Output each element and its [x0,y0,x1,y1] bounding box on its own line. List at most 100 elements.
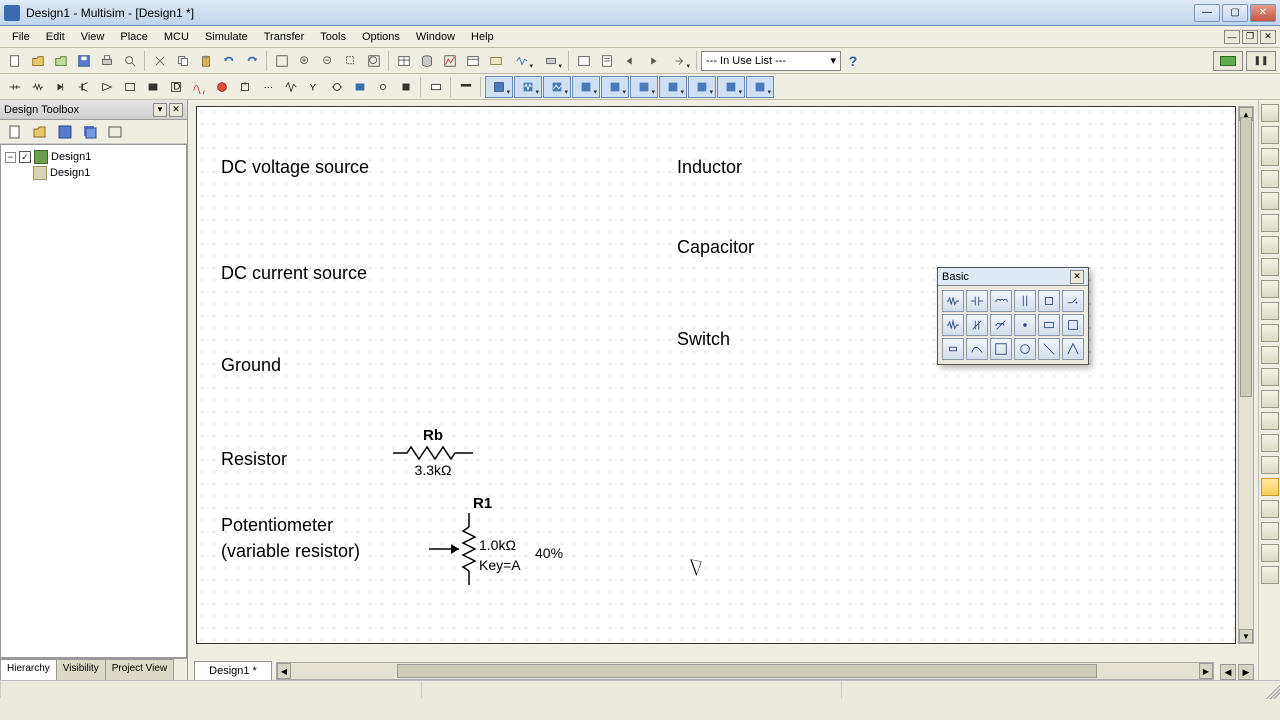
palette-misc3-button[interactable] [1062,338,1084,360]
instr-agilent-scope-button[interactable] [1261,456,1279,474]
component-resistor-rb[interactable]: Rb 3.3kΩ [393,427,473,478]
palette-transformer-button[interactable] [1014,290,1036,312]
scroll-down-button[interactable]: ▼ [1239,629,1253,643]
place-misc-digital-button[interactable]: D [165,76,187,98]
instr-bode-button[interactable] [1261,214,1279,232]
basic-palette-header[interactable]: Basic ✕ [938,268,1088,286]
place-rf-button[interactable]: Y [303,76,325,98]
zoom-fit-button[interactable] [363,50,385,72]
place-cmos-button[interactable] [142,76,164,98]
zoom-in-button[interactable] [294,50,316,72]
instr-tek-scope-button[interactable] [1261,478,1279,496]
tree-root-node[interactable]: − ✓ Design1 [5,149,182,165]
tab-visibility[interactable]: Visibility [56,659,106,680]
instr-logic-analyzer-button[interactable] [1261,280,1279,298]
instr-scope-button[interactable] [1261,170,1279,188]
netlist-button[interactable] [596,50,618,72]
mdi-close-button[interactable]: ✕ [1260,30,1276,44]
menu-edit[interactable]: Edit [38,28,73,46]
tab-prev-button[interactable]: ◀ [1220,664,1236,680]
hscroll-thumb[interactable] [397,664,1097,678]
pause-button[interactable] [1246,51,1276,71]
place-advanced-button[interactable] [280,76,302,98]
place-ttl-button[interactable] [119,76,141,98]
instr-multimeter-button[interactable] [1261,104,1279,122]
minimize-button[interactable]: — [1194,4,1220,22]
menu-tools[interactable]: Tools [312,28,354,46]
instr-iv-button[interactable] [1261,324,1279,342]
instrument-bode-button[interactable] [572,76,600,98]
place-source-button[interactable] [4,76,26,98]
cut-button[interactable] [149,50,171,72]
tab-hierarchy[interactable]: Hierarchy [0,659,57,680]
toolbox-refresh-button[interactable] [104,122,126,142]
place-mixed-button[interactable] [188,76,210,98]
save-button[interactable] [73,50,95,72]
new-button[interactable] [4,50,26,72]
vscroll-thumb[interactable] [1240,117,1252,397]
mdi-restore-button[interactable]: ❐ [1242,30,1258,44]
palette-connector-button[interactable] [1014,314,1036,336]
menu-simulate[interactable]: Simulate [197,28,256,46]
tree-collapse-icon[interactable]: − [5,152,16,163]
instr-current-probe-button[interactable] [1261,544,1279,562]
instrument-distortion-button[interactable] [746,76,774,98]
menu-place[interactable]: Place [112,28,156,46]
instrument-scope-button[interactable] [543,76,571,98]
instr-distortion-button[interactable] [1261,346,1279,364]
paste-button[interactable] [195,50,217,72]
instr-agilent-fgen-button[interactable] [1261,412,1279,430]
palette-resistor-button[interactable] [942,290,964,312]
instr-probe-button[interactable] [1261,522,1279,540]
instr-network-button[interactable] [1261,390,1279,408]
place-misc-button[interactable]: ⋯ [257,76,279,98]
open-button[interactable] [27,50,49,72]
component-potentiometer-r1[interactable]: R1 1.0kΩ Key=A 40% [423,495,583,595]
toolbox-saveall-button[interactable] [79,122,101,142]
document-tab[interactable]: Design1 * [194,661,272,680]
menu-view[interactable]: View [73,28,113,46]
instrument-fgen-button[interactable] [514,76,542,98]
palette-capacitor-button[interactable] [966,290,988,312]
menu-help[interactable]: Help [463,28,502,46]
instr-4ch-scope-button[interactable] [1261,192,1279,210]
close-button[interactable]: ✕ [1250,4,1276,22]
copy-button[interactable] [172,50,194,72]
zoom-area-button[interactable] [340,50,362,72]
analysis-button[interactable] [508,50,536,72]
place-power-button[interactable] [234,76,256,98]
instrument-network-button[interactable] [659,76,687,98]
place-mcu-button[interactable] [395,76,417,98]
schematic-canvas[interactable]: DC voltage source DC current source Grou… [196,106,1236,644]
postprocessor-button[interactable] [462,50,484,72]
run-button[interactable] [1213,51,1243,71]
place-hierarchical-button[interactable] [425,76,447,98]
spreadsheet-button[interactable] [393,50,415,72]
palette-varcap-button[interactable] [966,314,988,336]
resize-grip[interactable] [1262,681,1280,699]
palette-pot-button[interactable] [942,314,964,336]
palette-misc1-button[interactable] [1014,338,1036,360]
tab-next-button[interactable]: ▶ [1238,664,1254,680]
component-button[interactable] [537,50,565,72]
place-indicator-button[interactable] [211,76,233,98]
place-electromech-button[interactable] [326,76,348,98]
palette-sch-button[interactable] [990,338,1012,360]
tree-root-checkbox[interactable]: ✓ [19,151,31,163]
menu-options[interactable]: Options [354,28,408,46]
palette-rpack-button[interactable] [1062,314,1084,336]
scroll-left-button[interactable]: ◀ [277,663,291,679]
palette-misc2-button[interactable] [1038,338,1060,360]
instr-labview-button[interactable] [1261,500,1279,518]
horizontal-scrollbar[interactable]: ◀ ▶ [276,662,1214,680]
panel-close-button[interactable]: ✕ [169,103,183,117]
transfer-button[interactable] [665,50,693,72]
palette-socket-button[interactable] [1038,314,1060,336]
basic-palette-close-button[interactable]: ✕ [1070,270,1084,284]
place-bus-button[interactable] [455,76,477,98]
scroll-right-button[interactable]: ▶ [1199,663,1213,679]
menu-file[interactable]: File [4,28,38,46]
tree-child-node[interactable]: Design1 [5,165,182,181]
instr-spectrum-button[interactable] [1261,368,1279,386]
place-diode-button[interactable] [50,76,72,98]
